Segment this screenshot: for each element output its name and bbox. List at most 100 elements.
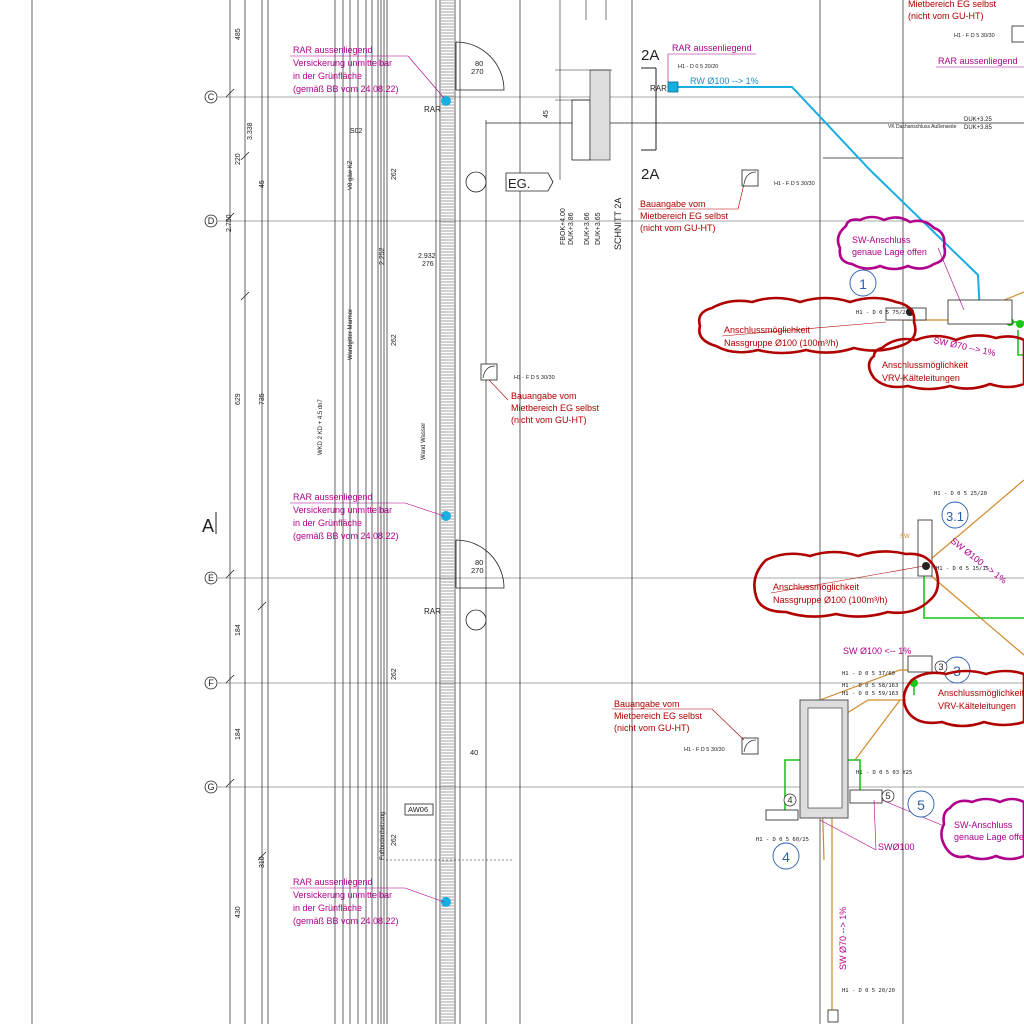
circle-1: 1: [859, 276, 867, 292]
left-dimension-text: 485 3.338 220 2.750 629 735 184 184 310 …: [226, 28, 266, 918]
vrv-2-l2: VRV-Kälteleitungen: [938, 701, 1016, 711]
axis-c-label: C: [208, 92, 215, 102]
aw06-label: AW06: [408, 805, 428, 814]
dim-40: 40: [470, 748, 478, 757]
axis-e-label: E: [208, 573, 214, 583]
code-d0520: H1 - D 0 5 20/20: [842, 988, 895, 994]
bauangabe-2-l1: Bauangabe vom: [511, 391, 577, 401]
sw-anschluss-1-l2: genaue Lage offen: [852, 247, 927, 257]
s02-label: S02: [350, 128, 363, 135]
bauangabe-1: H1 - F D 5 30/30 Bauangabe vom Mietberei…: [638, 169, 815, 233]
rar-note-2-l1: RAR aussenliegend: [293, 492, 373, 502]
dim-735: 735: [259, 393, 266, 405]
sw-anschluss-2-l2: genaue Lage offen: [954, 832, 1024, 842]
pipe-sw100: SWØ100: [878, 842, 915, 852]
dim-262b: 262: [391, 334, 398, 346]
dim-184a: 184: [235, 624, 242, 636]
fbok-level: FBOK+4.00: [560, 208, 567, 245]
rar-top-rar: RAR: [650, 84, 667, 93]
code-d0558: H1 - D 0 5 58/163: [842, 683, 898, 689]
fd-code-4: H1 - F D 5 30/30: [954, 33, 995, 39]
code-d0560: H1 - D 0 5 60/25: [756, 837, 809, 843]
dim-2932: 2.932: [418, 253, 436, 260]
rar-notes: RAR aussenliegend Versickerung unmittelb…: [290, 45, 445, 926]
rar-small-1: RAR: [424, 105, 441, 114]
dim-220: 220: [235, 153, 242, 165]
shaft: [765, 299, 1013, 1023]
door-dims: 80 270 80 270 40: [470, 59, 484, 757]
rar-small-labels: RAR RAR: [424, 105, 441, 616]
sw-anschluss-2-l1: SW-Anschluss: [954, 820, 1013, 830]
rar-note-2-l2: Versickerung unmittelbar: [293, 505, 392, 515]
dim-270-top: 270: [471, 67, 484, 76]
rar-note-1-l2: Versickerung unmittelbar: [293, 58, 392, 68]
small-circle-5: 5: [885, 791, 890, 801]
duk-level-2: DUK+3.66: [584, 212, 591, 245]
rar-top-title: RAR aussenliegend: [672, 43, 752, 53]
drawing-canvas: C D E F G A 80 270 80 270 40 485 3.338 2…: [0, 0, 1024, 1024]
plan-drawing: C D E F G A 80 270 80 270 40 485 3.338 2…: [31, 0, 1024, 1024]
fd-code-3: H1 - F D 5 30/30: [684, 747, 725, 753]
rar-note-3-l4: (gemäß BB vom 24.08.22): [293, 916, 399, 926]
fd-code-1: H1 - F D 5 30/30: [774, 181, 815, 187]
pipe-sw70-vertical: SW Ø70 --> 1%: [838, 907, 848, 970]
bauangabe-2: H1 - F D 5 30/30 Bauangabe vom Mietberei…: [480, 363, 600, 425]
annotation-v2: Wandgitter Marmor: [348, 309, 354, 360]
rar-note-3-l3: in der Grünfläche: [293, 903, 362, 913]
schnitt-label: SCHNITT 2A: [613, 198, 623, 250]
dim-276: 276: [422, 261, 434, 268]
pipe-sw-short: SW: [900, 534, 910, 540]
circle-4: 4: [782, 849, 790, 865]
annotation-v3: Wand Wasser: [421, 423, 427, 460]
rw-pipe: [441, 81, 984, 907]
dim-184b: 184: [235, 728, 242, 740]
vk-label: VK Dachanschluss Außenseite: [888, 124, 957, 130]
bauangabe-3-l3: (nicht vom GU-HT): [614, 723, 690, 733]
bauangabe-1-l1: Bauangabe vom: [640, 199, 706, 209]
rar-note-3-l2: Versickerung unmittelbar: [293, 890, 392, 900]
rar-note-1-l4: (gemäß BB vom 24.08.22): [293, 84, 399, 94]
code-d0559: H1 - D 0 5 59/163: [842, 691, 898, 697]
rar-note-1: RAR aussenliegend Versickerung unmittelb…: [290, 45, 445, 99]
axis-markers: C D E F G A: [202, 90, 218, 794]
dimension-ticks: [225, 88, 267, 861]
dim-3338: 3.338: [247, 122, 254, 140]
rar-note-2: RAR aussenliegend Versickerung unmittelb…: [290, 492, 445, 541]
dim-629: 629: [235, 393, 242, 405]
axis-f-label: F: [208, 678, 214, 688]
rar-note-3-l1: RAR aussenliegend: [293, 877, 373, 887]
dim-270-mid: 270: [471, 566, 484, 575]
bauangabe-3: H1 - F D 5 30/30 Bauangabe vom Mietberei…: [612, 699, 759, 755]
bauangabe-3-l2: Mietbereich EG selbst: [614, 711, 703, 721]
bauangabe-top: Mietbereich EG selbst (nicht vom GU-HT) …: [908, 0, 1024, 43]
pipe-labels: SW Ø70 --> 1% SW Ø100 --> 1% SW Ø100 <--…: [838, 335, 1009, 970]
middle-dimension-text: 262 2.252 262 2.932 276 262 262 S02: [350, 128, 436, 846]
small-circle-3: 3: [938, 662, 943, 672]
wall-type-text: WKD 2 KD + 4.5 dn7: [318, 398, 324, 455]
nass-2-l2: Nassgruppe Ø100 (100m³/h): [773, 595, 888, 605]
dim-262c: 262: [391, 668, 398, 680]
rar-note-3: RAR aussenliegend Versickerung unmittelb…: [290, 877, 445, 926]
duk-level-3: DUK+3.65: [595, 212, 602, 245]
axis-g-label: G: [207, 782, 214, 792]
rar-top-right: RAR aussenliegend: [938, 56, 1018, 66]
rar-top-code: H1 - D 0 5 20/20: [678, 64, 718, 70]
section-2a-bottom: 2A: [641, 166, 659, 183]
bauangabe-1-l2: Mietbereich EG selbst: [640, 211, 729, 221]
rar-note-2-l4: (gemäß BB vom 24.08.22): [293, 531, 399, 541]
circle-3-1: 3.1: [946, 509, 964, 524]
vrv-2-l1: Anschlussmöglichkeit: [938, 688, 1024, 698]
sw-anschluss-1-l1: SW-Anschluss: [852, 235, 911, 245]
section-dim-45: 45: [543, 110, 550, 118]
annotation-v4: Fußbodenheizung: [380, 812, 386, 860]
rar-note-1-l1: RAR aussenliegend: [293, 45, 373, 55]
code-d0525: H1 - D 0 5 25/20: [934, 491, 987, 497]
code-d0575: H1 - D 0 5 75/20: [856, 310, 909, 316]
bauangabe-top-l2: Mietbereich EG selbst: [908, 0, 997, 9]
bauangabe-2-l2: Mietbereich EG selbst: [511, 403, 600, 413]
bauangabe-top-l3: (nicht vom GU-HT): [908, 11, 984, 21]
bauangabe-3-l1: Bauangabe vom: [614, 699, 680, 709]
dim-45: 45: [259, 180, 266, 188]
rar-top: RAR aussenliegend H1 - D 0 5 20/20 RAR R…: [650, 43, 1024, 93]
door-symbols: [455, 41, 505, 589]
